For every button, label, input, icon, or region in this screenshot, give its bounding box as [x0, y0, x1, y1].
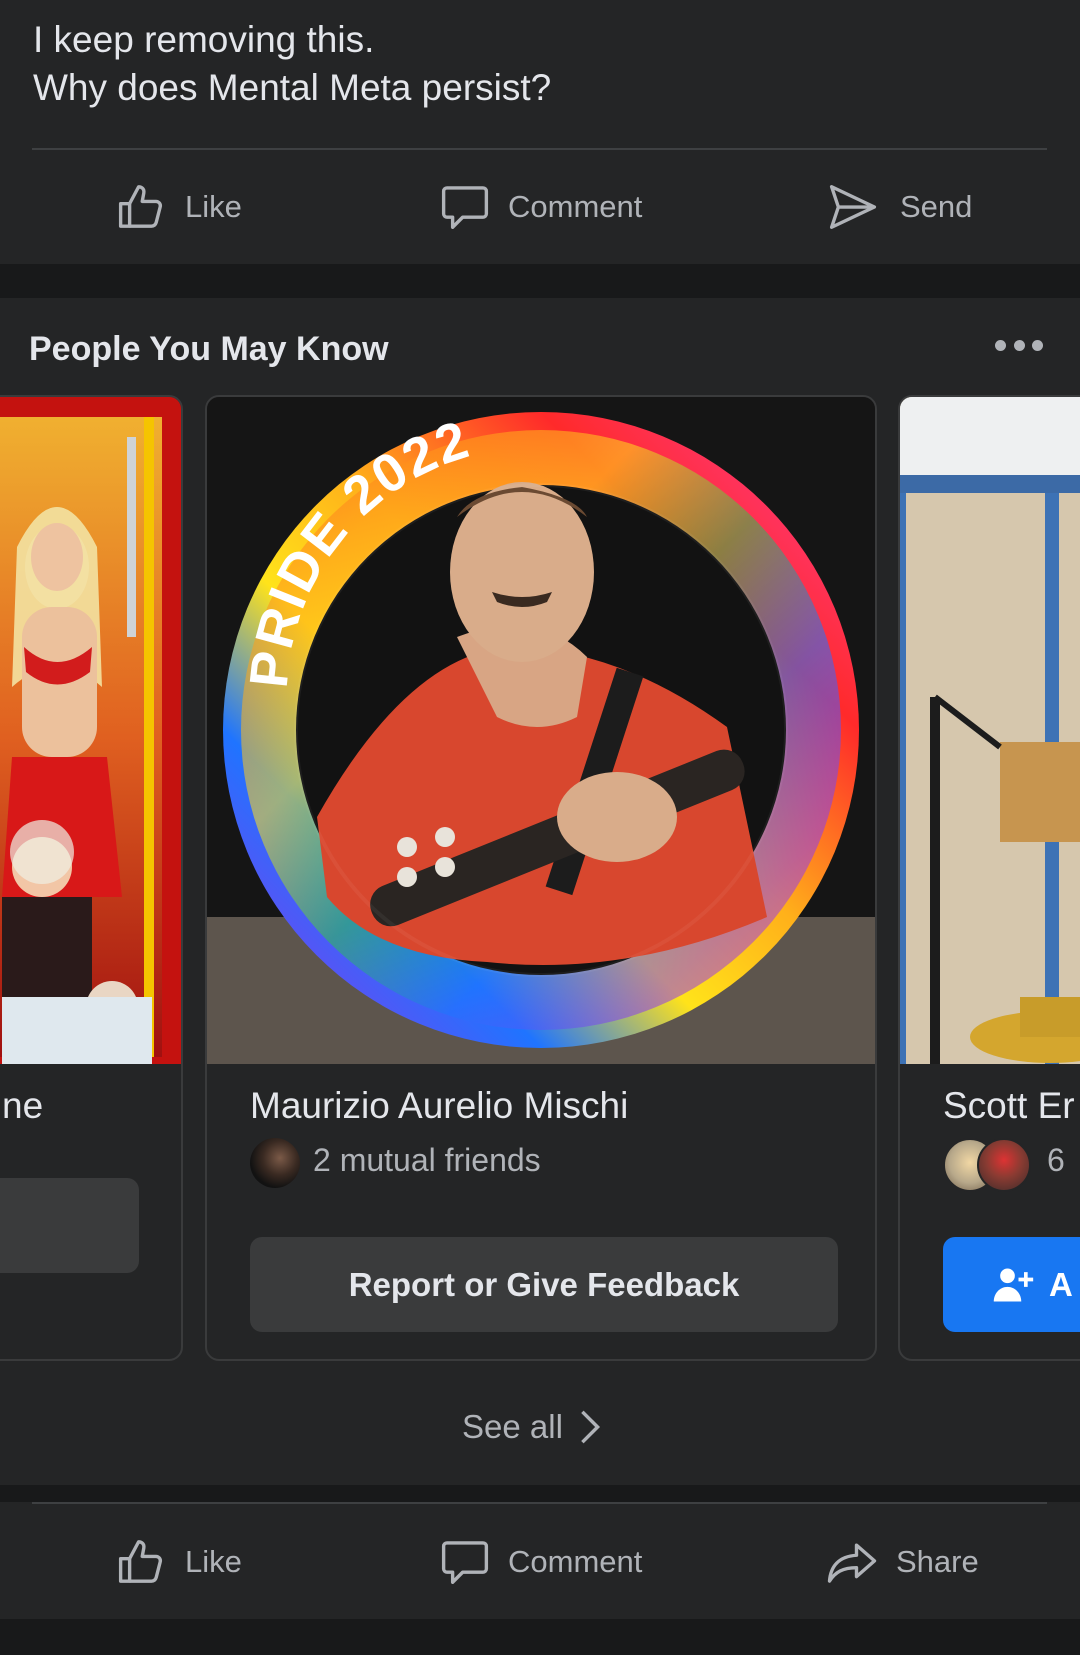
- card-right-photo: [900, 397, 1080, 1064]
- card-left-name[interactable]: ne: [2, 1085, 43, 1127]
- comment-bubble-icon: [441, 1541, 489, 1584]
- post-text-line-2: Why does Mental Meta persist?: [33, 67, 552, 108]
- comment-button[interactable]: Comment: [438, 180, 642, 234]
- mutual-friend-avatar-2: [977, 1138, 1031, 1192]
- card-left-artwork: [0, 397, 181, 1064]
- thumbs-up-icon: [118, 1540, 163, 1583]
- footer-divider: [32, 1502, 1047, 1504]
- like-button[interactable]: Like: [115, 180, 242, 234]
- post-text-line-1: I keep removing this.: [33, 19, 375, 60]
- profile-photo-pride-frame: PRIDE 2022: [207, 397, 875, 1064]
- post-text: I keep removing this. Why does Mental Me…: [33, 16, 551, 112]
- chevron-right-icon: [581, 1410, 600, 1444]
- footer-like-label: Like: [185, 1544, 242, 1579]
- add-friend-label: A: [1049, 1265, 1073, 1303]
- card-left-photo: [0, 397, 181, 1064]
- footer-comment-label: Comment: [508, 1544, 643, 1579]
- footer-share-label: Share: [896, 1544, 979, 1579]
- send-arrow-icon: [829, 185, 877, 229]
- pymk-title: People You May Know: [29, 330, 389, 368]
- send-button[interactable]: Send: [826, 180, 972, 234]
- share-arrow-icon: [827, 1543, 877, 1583]
- add-friend-button[interactable]: A: [943, 1237, 1080, 1332]
- see-all-link[interactable]: See all: [462, 1408, 603, 1446]
- thumbs-up-icon: [118, 185, 163, 228]
- pymk-card-right[interactable]: Scott Er 6 A: [898, 395, 1080, 1361]
- card-right-artwork: [900, 397, 1080, 1064]
- more-dots-icon[interactable]: [995, 334, 1043, 356]
- pymk-card-center[interactable]: PRIDE 2022 Maurizio Aurelio Mischi 2 mut…: [205, 395, 877, 1361]
- card-right-mutual: 6: [1047, 1142, 1065, 1178]
- mutual-friend-avatar: [250, 1138, 300, 1188]
- comment-label: Comment: [508, 189, 643, 224]
- footer-like-button[interactable]: Like: [115, 1535, 242, 1589]
- card-center-name[interactable]: Maurizio Aurelio Mischi: [250, 1085, 628, 1127]
- footer-share-button[interactable]: Share: [824, 1535, 979, 1589]
- post-panel: I keep removing this. Why does Mental Me…: [0, 0, 1080, 264]
- post-divider: [32, 148, 1047, 150]
- card-right-name[interactable]: Scott Er: [943, 1085, 1075, 1127]
- add-friend-icon: [993, 1268, 1034, 1301]
- comment-bubble-icon: [441, 186, 489, 229]
- card-left-button[interactable]: [0, 1178, 139, 1273]
- card-center-mutual: 2 mutual friends: [313, 1142, 541, 1178]
- see-all-label: See all: [462, 1408, 563, 1445]
- like-label: Like: [185, 189, 242, 224]
- send-label: Send: [900, 189, 973, 224]
- report-feedback-button[interactable]: Report or Give Feedback: [250, 1237, 838, 1332]
- footer-comment-button[interactable]: Comment: [438, 1535, 642, 1589]
- card-center-photo[interactable]: PRIDE 2022: [207, 397, 875, 1064]
- pymk-card-left[interactable]: ne: [0, 395, 183, 1361]
